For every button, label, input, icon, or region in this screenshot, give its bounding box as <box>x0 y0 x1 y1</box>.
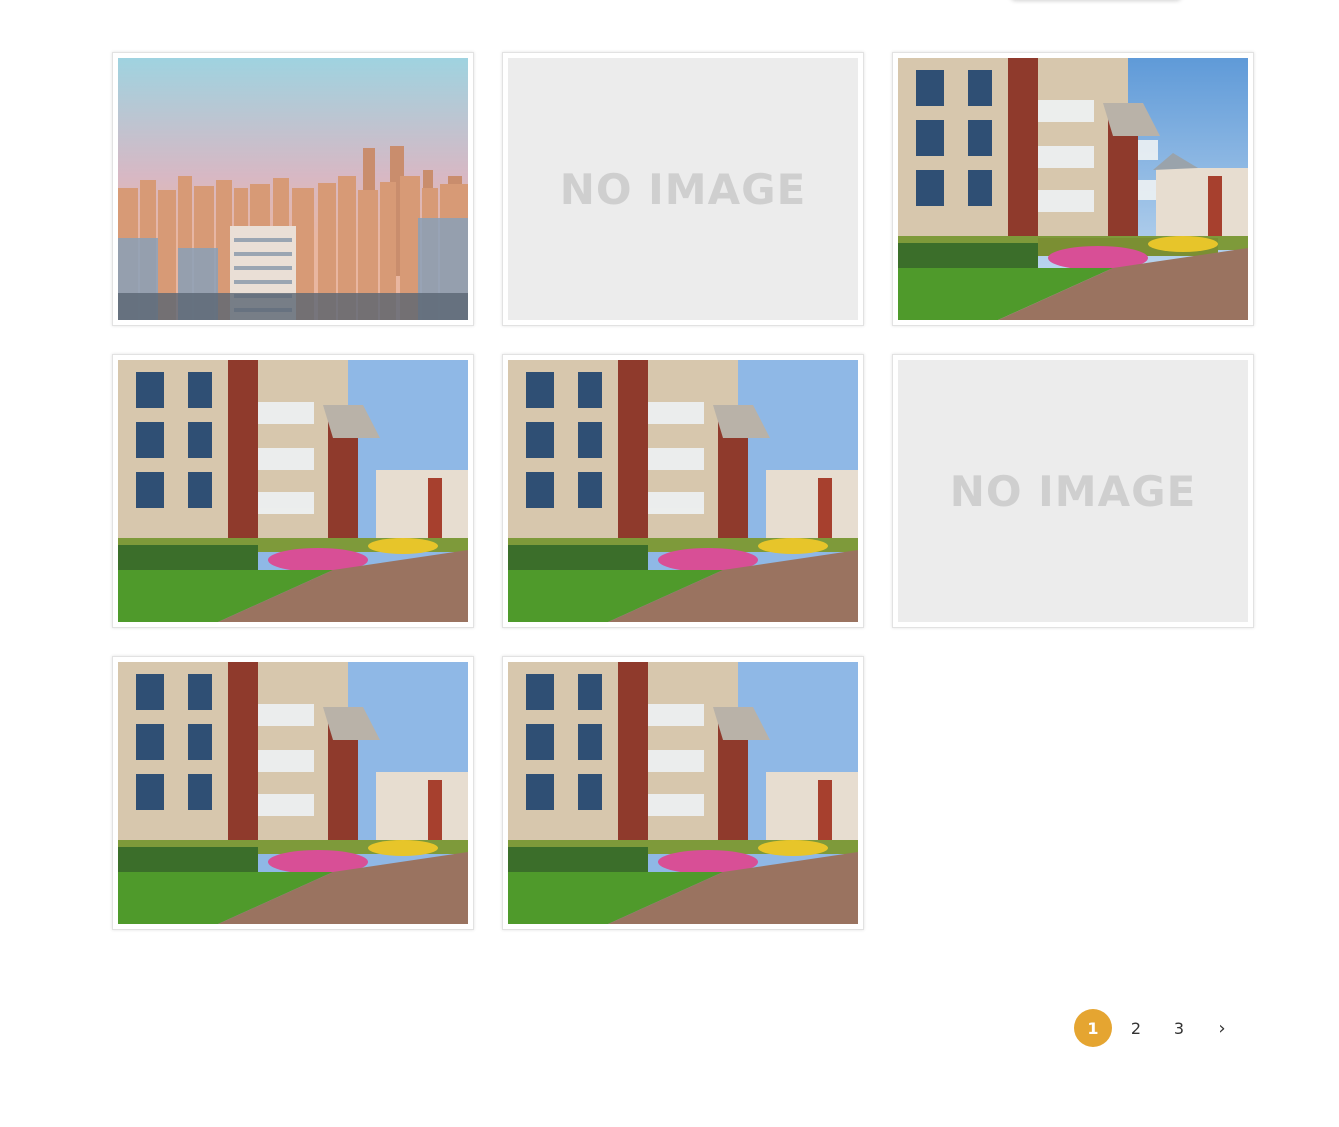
next-page-button[interactable]: › <box>1203 1009 1241 1047</box>
apartment-photo[interactable] <box>118 360 468 622</box>
listing-card[interactable] <box>502 656 864 930</box>
page-3-button[interactable]: 3 <box>1160 1009 1198 1047</box>
no-image-placeholder[interactable]: NO IMAGE <box>898 360 1248 622</box>
listing-card[interactable] <box>892 52 1254 326</box>
page-2-button[interactable]: 2 <box>1117 1009 1155 1047</box>
pagination: 1 2 3 › <box>1074 1009 1246 1047</box>
listing-card[interactable] <box>112 354 474 628</box>
apartment-photo[interactable] <box>508 360 858 622</box>
listing-grid: NO IMAGE NO IMAGE <box>112 52 1254 930</box>
listing-card[interactable]: NO IMAGE <box>892 354 1254 628</box>
no-image-label: NO IMAGE <box>559 164 807 214</box>
listing-card[interactable]: NO IMAGE <box>502 52 864 326</box>
city-skyline-photo[interactable] <box>118 58 468 320</box>
apartment-photo[interactable] <box>118 662 468 924</box>
apartment-photo[interactable] <box>898 58 1248 320</box>
listing-card[interactable] <box>112 52 474 326</box>
no-image-placeholder[interactable]: NO IMAGE <box>508 58 858 320</box>
apartment-photo[interactable] <box>508 662 858 924</box>
listing-card[interactable] <box>502 354 864 628</box>
listing-card[interactable] <box>112 656 474 930</box>
no-image-label: NO IMAGE <box>949 466 1197 516</box>
page-1-button[interactable]: 1 <box>1074 1009 1112 1047</box>
